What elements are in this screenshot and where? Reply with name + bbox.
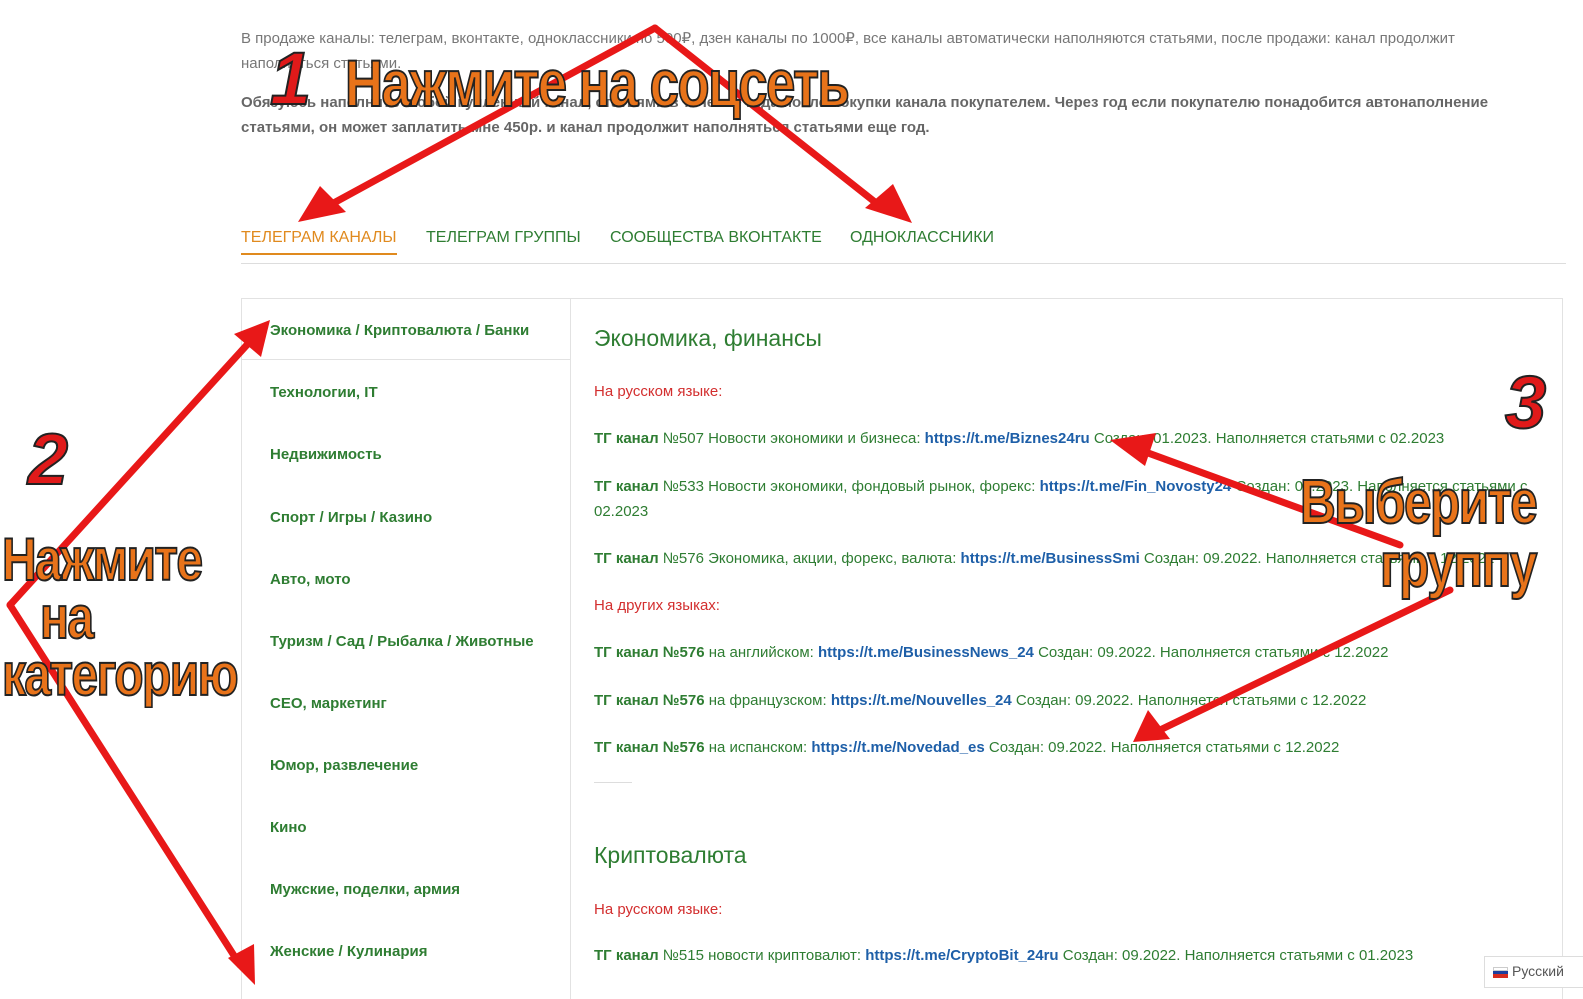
- channel-prefix: ТГ канал: [594, 478, 659, 495]
- language-label-russian: На русском языке:: [594, 383, 723, 400]
- channel-desc: №515 новости криптовалют:: [658, 947, 866, 964]
- channel-dates: Создан: 09.2022. Наполняется статьями с …: [1033, 644, 1389, 661]
- tab-telegram-groups[interactable]: ТЕЛЕГРАМ ГРУППЫ: [426, 229, 581, 247]
- channel-link[interactable]: https://t.me/CryptoBit_24ru: [865, 947, 1058, 964]
- tab-vkontakte[interactable]: СООБЩЕСТВА ВКОНТАКТЕ: [610, 229, 822, 247]
- channel-row: ТГ канал №576 на испанском: https://t.me…: [594, 735, 1554, 760]
- catalog-panel: Экономика / Криптовалюта / Банки Техноло…: [241, 298, 1563, 999]
- channel-prefix: ТГ канал №576: [594, 692, 705, 709]
- sidebar-item-humor[interactable]: Юмор, развлечение: [270, 757, 418, 774]
- channel-prefix: ТГ канал №576: [594, 644, 705, 661]
- step-1-label: Нажмите на соцсеть: [344, 46, 850, 120]
- channel-desc: №576 Экономика, акции, форекс, валюта:: [658, 550, 961, 567]
- section-divider: [594, 782, 632, 783]
- step-3-label-line1: Выберите: [1299, 468, 1538, 537]
- channel-desc: №533 Новости экономики, фондовый рынок, …: [658, 478, 1040, 495]
- sidebar-item-tech[interactable]: Технологии, IT: [270, 384, 378, 401]
- step-3-number: 3: [1504, 361, 1547, 444]
- arrowhead: [865, 184, 912, 223]
- step-1-number: 1: [269, 37, 312, 120]
- channel-link[interactable]: https://t.me/Fin_Novosty24: [1040, 478, 1232, 495]
- channel-prefix: ТГ канал: [594, 430, 659, 447]
- channel-prefix: ТГ канал: [594, 947, 659, 964]
- sidebar-item-women[interactable]: Женские / Кулинария: [270, 943, 427, 960]
- channel-dates: Создан: 01.2023. Наполняется статьями с …: [1089, 430, 1445, 447]
- channel-desc: на французском:: [704, 692, 831, 709]
- channel-row: ТГ канал №515 новости криптовалют: https…: [594, 943, 1554, 968]
- sidebar-item-seo[interactable]: СЕО, маркетинг: [270, 695, 387, 712]
- tab-odnoklassniki[interactable]: ОДНОКЛАССНИКИ: [850, 229, 994, 247]
- channel-link[interactable]: https://t.me/Nouvelles_24: [831, 692, 1012, 709]
- step-3-label-line2: группу: [1379, 531, 1538, 600]
- channel-prefix: ТГ канал: [594, 550, 659, 567]
- channel-dates: Создан: 09.2022. Наполняется статьями с …: [1058, 947, 1414, 964]
- channel-desc: на английском:: [704, 644, 818, 661]
- language-label-russian: На русском языке:: [594, 901, 723, 918]
- step-2-number: 2: [27, 420, 69, 500]
- language-label-other: На других языках:: [594, 597, 720, 614]
- tab-telegram-channels[interactable]: ТЕЛЕГРАМ КАНАЛЫ: [241, 229, 397, 255]
- channel-dates: Создан: 09.2022. Наполняется статьями с …: [984, 739, 1340, 756]
- arrowhead: [298, 186, 346, 222]
- sidebar-divider: [242, 359, 570, 360]
- channel-link[interactable]: https://t.me/BusinessNews_24: [818, 644, 1034, 661]
- step-2-label-line1: Нажмите: [1, 526, 204, 593]
- channel-desc: №507 Новости экономики и бизнеса:: [658, 430, 925, 447]
- sidebar-item-tourism[interactable]: Туризм / Сад / Рыбалка / Животные: [270, 633, 534, 650]
- language-switcher[interactable]: Русский: [1484, 956, 1583, 988]
- language-label: Русский: [1512, 963, 1564, 979]
- section-title-economy: Экономика, финансы: [594, 325, 822, 351]
- social-tabs: ТЕЛЕГРАМ КАНАЛЫ ТЕЛЕГРАМ ГРУППЫ СООБЩЕСТ…: [241, 225, 1566, 264]
- channel-desc: на испанском:: [704, 739, 812, 756]
- channel-dates: Создан: 09.2022. Наполняется статьями с …: [1011, 692, 1367, 709]
- russia-flag-icon: [1493, 967, 1508, 978]
- sidebar-item-economy[interactable]: Экономика / Криптовалюта / Банки: [270, 322, 529, 339]
- channel-row: ТГ канал №576 на французском: https://t.…: [594, 688, 1554, 713]
- category-sidebar: Экономика / Криптовалюта / Банки Техноло…: [242, 299, 571, 999]
- sidebar-item-sport[interactable]: Спорт / Игры / Казино: [270, 509, 432, 526]
- channel-link[interactable]: https://t.me/Novedad_es: [811, 739, 984, 756]
- sidebar-item-auto[interactable]: Авто, мото: [270, 571, 351, 588]
- channel-link[interactable]: https://t.me/BusinessSmi: [961, 550, 1140, 567]
- channel-row: ТГ канал №576 на английском: https://t.m…: [594, 640, 1554, 665]
- sidebar-item-realty[interactable]: Недвижимость: [270, 446, 382, 463]
- channel-link[interactable]: https://t.me/Biznes24ru: [925, 430, 1090, 447]
- step-2-label-line2: на: [39, 584, 95, 651]
- step-2-label-line3: категорию: [1, 641, 239, 708]
- channel-row: ТГ канал №507 Новости экономики и бизнес…: [594, 426, 1554, 451]
- section-title-crypto: Криптовалюта: [594, 842, 747, 868]
- sidebar-item-cinema[interactable]: Кино: [270, 819, 307, 836]
- sidebar-item-men[interactable]: Мужские, поделки, армия: [270, 881, 460, 898]
- channel-prefix: ТГ канал №576: [594, 739, 705, 756]
